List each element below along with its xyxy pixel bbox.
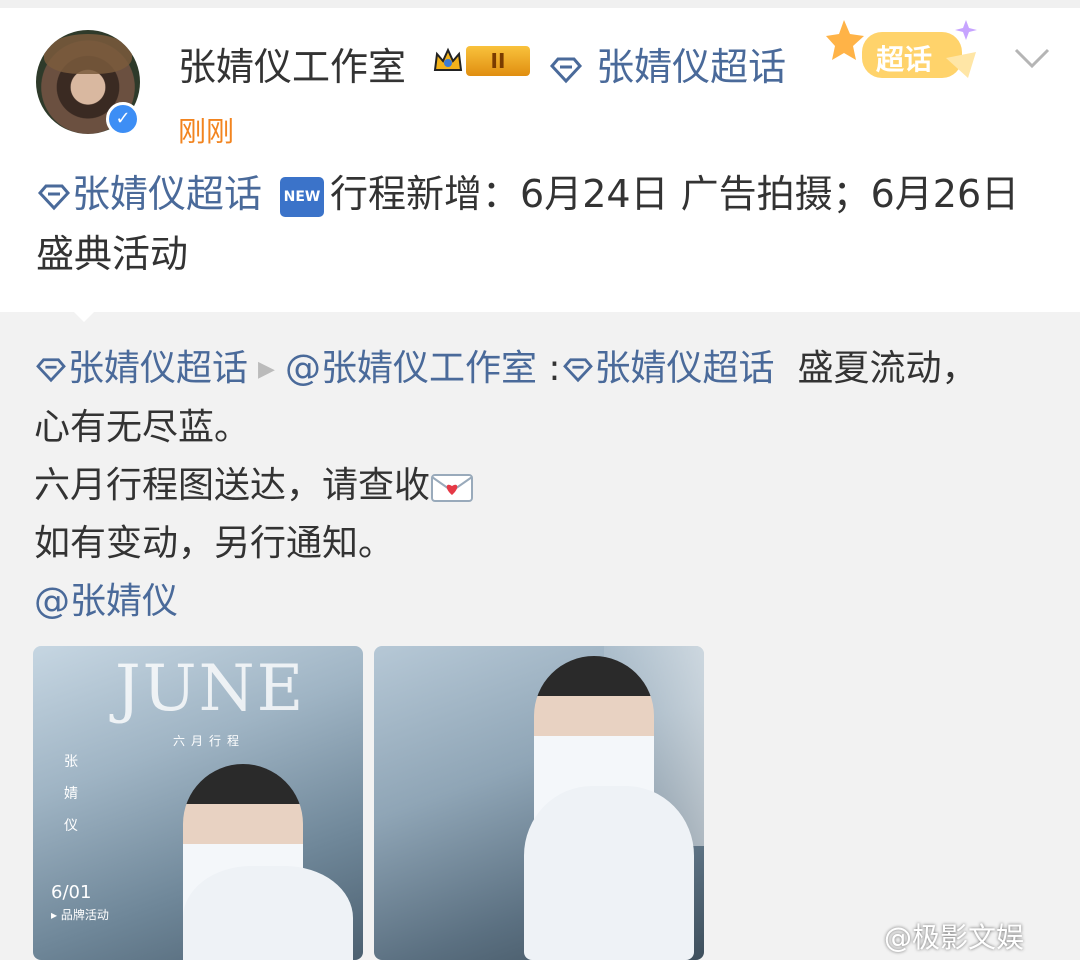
photo-1[interactable]: JUNE 六月行程 张 婧 仪 6/01 ▸ 品牌活动 xyxy=(33,646,363,960)
poster-date-label: 6/01 xyxy=(51,882,92,903)
supertopic-link[interactable]: 张婧仪超话 xyxy=(548,36,786,91)
poster-title: JUNE xyxy=(115,652,306,726)
repost-line-3: 六月行程图送达，请查收 xyxy=(34,457,1054,515)
chevron-down-icon[interactable] xyxy=(1012,38,1052,78)
diamond-icon xyxy=(37,184,71,210)
love-letter-icon xyxy=(431,474,474,502)
post-card: ✓ 张婧仪工作室 II 张婧仪超话 超话 刚刚 张婧仪超话 NEW 行程新增：6月2… xyxy=(0,0,1080,312)
top-divider xyxy=(0,0,1080,8)
diamond-icon xyxy=(36,358,66,383)
poster-event-label: ▸ 品牌活动 xyxy=(51,908,109,922)
poster-date: 6/01 ▸ 品牌活动 xyxy=(51,882,109,924)
username[interactable]: 张婧仪工作室 xyxy=(178,36,406,91)
rank-badge: II xyxy=(466,46,530,76)
body-topic-label: 张婧仪超话 xyxy=(72,172,263,216)
poster-vertical-name: 张 婧 仪 xyxy=(64,754,78,834)
repost-topic-label: 张婧仪超话 xyxy=(68,348,249,389)
repost-pointer xyxy=(66,304,102,322)
repost-line-1-text: 盛夏流动， xyxy=(797,348,978,389)
supertopic-badge[interactable]: 超话 xyxy=(826,18,986,90)
body-topic-link[interactable]: 张婧仪超话 xyxy=(36,172,262,216)
repost-inner-topic-label: 张婧仪超话 xyxy=(594,348,775,389)
diamond-icon xyxy=(562,358,593,383)
repost-block[interactable]: 张婧仪超话 ▶ @张婧仪工作室 : 张婧仪超话 盛夏流动， 心有无尽蓝。 六月行程图送… xyxy=(34,340,1054,631)
post-time: 刚刚 xyxy=(178,115,235,148)
repost-line-3-text: 六月行程图送达，请查收 xyxy=(34,465,431,506)
supertopic-link-label: 张婧仪超话 xyxy=(596,45,787,89)
repost-line-4: 如有变动，另行通知。 xyxy=(34,523,395,564)
post-body: 张婧仪超话 NEW 行程新增：6月24日 广告拍摄；6月26日 盛典活动 xyxy=(36,164,1056,284)
repost-author-link[interactable]: @张婧仪工作室 xyxy=(285,348,537,389)
repost-line-2: 心有无尽蓝。 xyxy=(34,407,251,448)
repost-inner-topic-link[interactable]: 张婧仪超话 xyxy=(561,348,775,389)
poster-subtitle: 六月行程 xyxy=(173,734,246,748)
verified-icon: ✓ xyxy=(106,102,140,136)
diamond-icon xyxy=(549,57,583,83)
supertopic-badge-label: 超话 xyxy=(876,43,933,76)
mention-link[interactable]: @张婧仪 xyxy=(34,573,1054,631)
watermark: @极影文娱 xyxy=(884,921,1025,954)
repost-topic-link[interactable]: 张婧仪超话 xyxy=(34,348,248,389)
dress-illustration xyxy=(524,786,694,960)
repost-line-1: 张婧仪超话 ▶ @张婧仪工作室 : 张婧仪超话 盛夏流动， xyxy=(34,340,1054,399)
repost-colon: : xyxy=(536,348,561,389)
photo-2[interactable] xyxy=(374,646,704,960)
crown-icon xyxy=(433,47,463,71)
arrow-right-icon: ▶ xyxy=(258,357,275,382)
dress-illustration xyxy=(183,866,353,960)
new-tag-icon: NEW xyxy=(280,176,325,217)
